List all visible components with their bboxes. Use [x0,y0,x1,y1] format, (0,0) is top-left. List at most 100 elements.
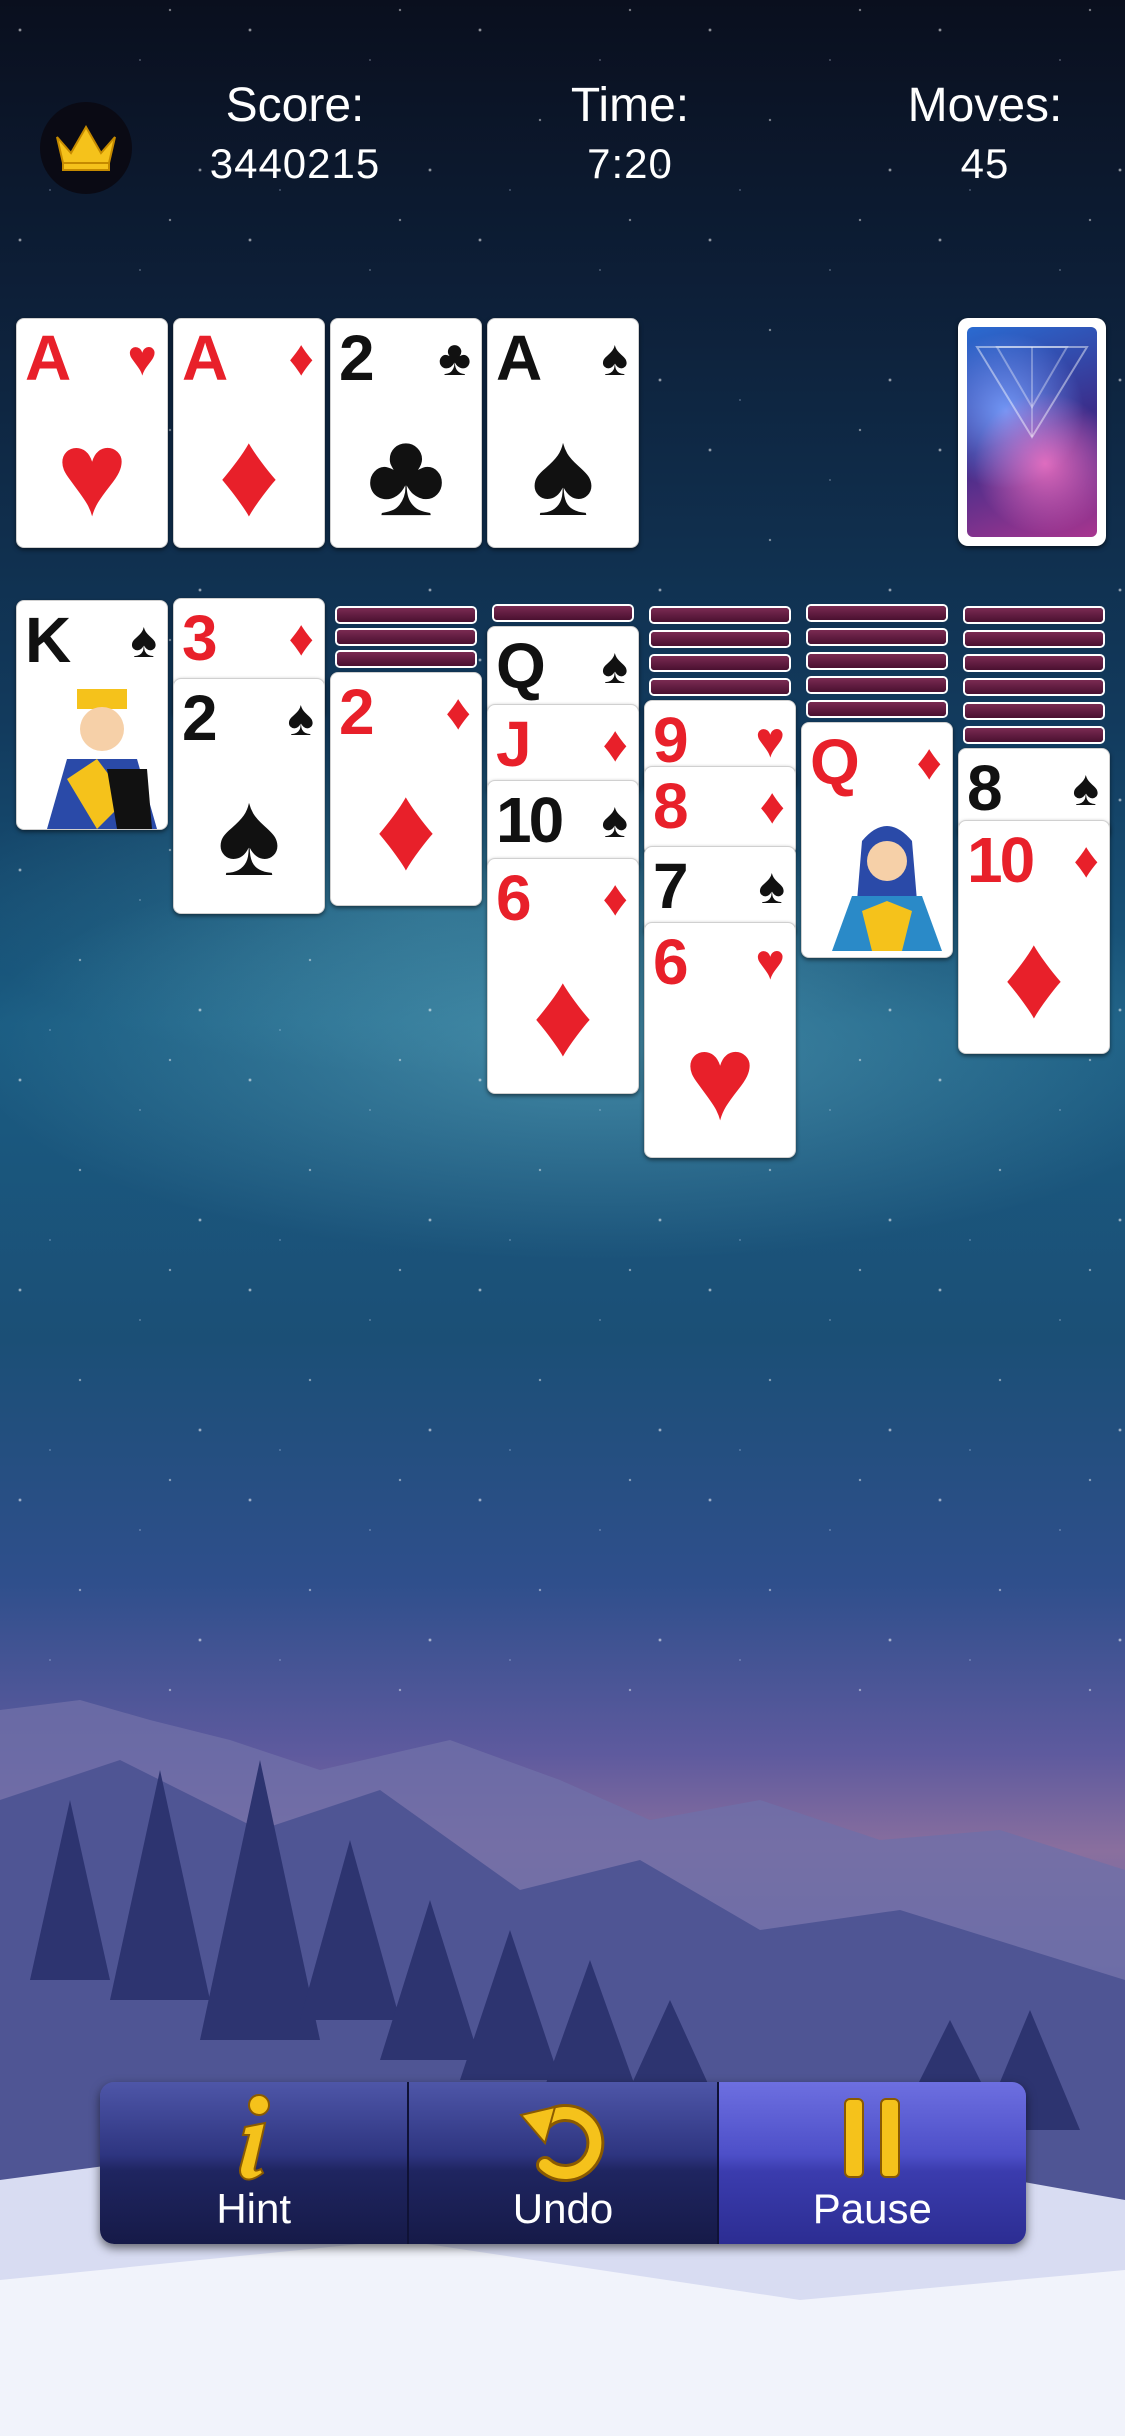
club-icon: ♣ [438,330,471,386]
bottom-toolbar: Hint Undo Pause [100,2082,1026,2244]
diamond-icon: ♦ [532,947,594,1081]
score-stat: Score: 3440215 [170,78,420,194]
crown-icon [56,124,116,171]
face-down-card [337,652,475,666]
card-rank: J [496,708,532,780]
face-down-card [965,680,1103,694]
time-label: Time: [570,79,690,132]
tableau-card[interactable]: 10 ♦ ♦ [958,820,1110,1054]
undo-button[interactable]: Undo [409,2082,719,2244]
face-down-card [651,680,789,694]
tableau-card[interactable]: 6 ♦ ♦ [487,858,639,1094]
face-down-card [337,630,475,644]
time-value: 7:20 [587,140,673,187]
heart-icon: ♥ [684,1011,756,1145]
info-icon [238,2094,270,2181]
tableau-card[interactable]: Q ♦ [801,722,953,958]
face-down-card [965,728,1103,742]
spade-icon: ♠ [130,612,157,668]
tableau-card[interactable]: K ♠ [16,600,168,830]
foundation-pile-4[interactable]: A ♠ ♠ [487,318,639,548]
tableau-card[interactable]: 2 ♦ ♦ [330,672,482,906]
card-rank: K [25,604,71,676]
tableau-card[interactable]: 6 ♥ ♥ [644,922,796,1158]
moves-label: Moves: [907,79,1063,132]
foundation-pile-3[interactable]: 2 ♣ ♣ [330,318,482,548]
diamond-icon: ♦ [602,716,628,772]
score-value: 3440215 [209,140,381,187]
face-down-card [494,606,632,620]
tableau-card[interactable]: 8 ♦ [644,766,796,856]
tableau-card[interactable]: 2 ♠ ♠ [173,678,325,914]
pause-label: Pause [812,2185,932,2232]
face-down-card [965,704,1103,718]
face-down-card [808,654,946,668]
diamond-icon: ♦ [916,734,942,790]
diamond-icon: ♦ [1073,832,1099,888]
card-rank: 2 [182,682,218,754]
spade-icon: ♠ [531,407,595,541]
spade-icon: ♠ [601,638,628,694]
card-rank: 7 [653,850,689,922]
hint-button[interactable]: Hint [100,2082,410,2244]
card-rank: 2 [339,676,375,748]
spade-icon: ♠ [287,690,314,746]
hint-label: Hint [216,2185,292,2232]
spade-icon: ♠ [601,792,628,848]
heart-icon: ♥ [127,330,157,386]
face-down-card [808,678,946,692]
card-rank: 8 [653,770,689,842]
card-back-galaxy [967,327,1097,537]
winter-landscape [0,1700,1125,2436]
card-rank: A [182,322,228,394]
pause-icon [844,2098,901,2178]
face-down-card [651,656,789,670]
card-rank: 8 [967,752,1003,824]
diamond-icon: ♦ [602,870,628,926]
spade-icon: ♠ [1072,760,1099,816]
card-rank: A [496,322,542,394]
spade-icon: ♠ [217,767,281,901]
card-rank: Q [496,630,546,702]
diamond-icon: ♦ [288,610,314,666]
stock-pile[interactable] [958,318,1106,546]
card-rank: 2 [339,322,375,394]
triangle-pattern-icon [975,346,1089,439]
face-down-card [808,630,946,644]
pause-button[interactable]: Pause [718,2082,1026,2244]
card-rank: Q [810,726,860,798]
undo-icon [519,2104,605,2182]
diamond-icon: ♦ [1003,909,1065,1043]
spade-icon: ♠ [758,858,785,914]
score-header: Score: 3440215 Time: 7:20 Moves: 45 [0,60,1125,210]
face-down-card [337,608,475,622]
foundation-pile-1[interactable]: A ♥ ♥ [16,318,168,548]
face-down-card [651,632,789,646]
heart-icon: ♥ [755,712,785,768]
spade-icon: ♠ [601,330,628,386]
diamond-icon: ♦ [375,761,437,895]
face-down-card [965,632,1103,646]
score-label: Score: [225,79,365,132]
tableau-card[interactable]: Q ♠ [487,626,639,716]
face-down-card [808,702,946,716]
diamond-icon: ♦ [759,778,785,834]
heart-icon: ♥ [56,407,128,541]
foundation-pile-2[interactable]: A ♦ ♦ [173,318,325,548]
card-rank: A [25,322,71,394]
card-rank: 3 [182,602,218,674]
moves-value: 45 [960,140,1010,187]
tableau-card[interactable]: 10 ♠ [487,780,639,870]
crown-button[interactable] [40,102,132,194]
club-icon: ♣ [366,407,446,541]
card-rank: 9 [653,704,689,776]
card-rank: 10 [967,824,1035,896]
card-rank: 10 [496,784,564,856]
face-down-card [808,606,946,620]
face-down-card [965,608,1103,622]
queen-face-icon [832,826,942,951]
heart-icon: ♥ [755,934,785,990]
face-down-card [651,608,789,622]
diamond-icon: ♦ [218,407,280,541]
time-stat: Time: 7:20 [530,78,730,194]
